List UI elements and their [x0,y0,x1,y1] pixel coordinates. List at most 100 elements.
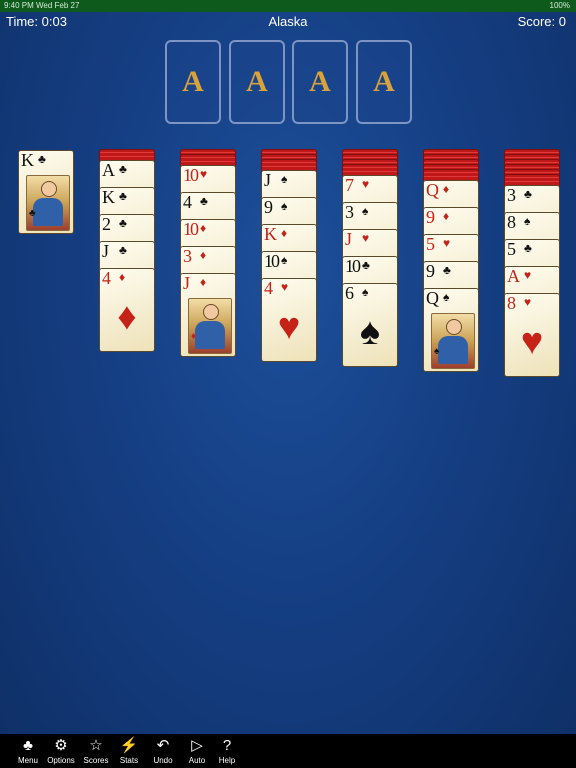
card-rank: K [21,150,34,170]
question-icon: ? [222,737,232,754]
card-rank: 5 [507,239,516,259]
card-suit-icon: ♥ [524,295,532,309]
card-suit-icon: ♣ [524,241,532,255]
foundation-pile[interactable]: A [165,40,221,124]
card-suit-icon: ♠ [281,172,288,186]
card-rank: 4 [264,278,273,298]
toolbar-label: Auto [188,756,206,765]
court-suit-icon: ♦ [191,331,197,342]
court-figure: ♠ [431,313,475,369]
card-suit-icon: ♦ [281,226,288,240]
playing-card[interactable]: Q ♠ ♠ [423,288,479,372]
card-suit-icon: ♦ [443,182,450,196]
card-suit-icon: ♣ [119,216,127,230]
court-head [446,319,462,335]
foundation-pile[interactable]: A [356,40,412,124]
card-suit-icon: ♦ [200,275,207,289]
undo-icon: ↶ [156,737,170,754]
card-suit-icon: ♣ [362,258,370,272]
court-figure: ♣ [26,175,70,231]
foundation-label: A [309,65,331,98]
court-body [438,336,468,364]
playing-card[interactable]: 8 ♥ ♥ [504,293,560,377]
card-rank: 10 [264,251,280,271]
card-pip-icon: ♦ [117,296,137,338]
court-head [203,304,219,320]
battery-level: 100% [549,1,570,10]
card-rank: 4 [183,192,192,212]
game-title: Alaska [268,14,308,29]
toolbar-options-button[interactable]: ⚙ Options [44,736,78,766]
toolbar-scores-button[interactable]: ☆ Scores [79,736,113,766]
card-suit-icon: ♠ [524,214,531,228]
status-time: 9:40 PM Wed Feb 27 [4,1,80,10]
card-pip-icon: ♠ [359,311,381,353]
card-rank: 8 [507,212,516,232]
toolbar-label: Undo [153,756,173,765]
card-rank: 3 [507,185,516,205]
card-suit-icon: ♥ [362,231,370,245]
card-suit-icon: ♥ [281,280,289,294]
toolbar-label: Help [218,756,236,765]
court-figure: ♦ [188,298,232,354]
card-suit-icon: ♦ [200,221,207,235]
foundation-label: A [182,65,204,98]
card-suit-icon: ♦ [200,248,207,262]
card-rank: 9 [426,261,435,281]
card-suit-icon: ♣ [119,243,127,257]
card-rank: 10 [345,256,361,276]
court-suit-icon: ♣ [29,208,36,219]
card-rank: 9 [426,207,435,227]
court-suit-icon: ♠ [434,346,440,357]
toolbar-label: Options [47,756,75,765]
card-rank: 5 [426,234,435,254]
court-body [195,321,225,349]
card-pip-icon: ♥ [520,321,544,363]
star-icon: ☆ [89,737,103,754]
playing-card[interactable]: 4 ♦ ♦ [99,268,155,352]
card-suit-icon: ♦ [119,270,126,284]
card-rank: 2 [102,214,111,234]
playing-card[interactable]: J ♦ ♦ [180,273,236,357]
toolbar-auto-button[interactable]: ▷ Auto [180,736,214,766]
card-rank: 10 [183,219,199,239]
toolbar-menu-button[interactable]: ♣ Menu [11,736,45,766]
toolbar-label: Stats [119,756,139,765]
playing-card[interactable]: 4 ♥ ♥ [261,278,317,362]
toolbar-undo-button[interactable]: ↶ Undo [146,736,180,766]
foundation-pile[interactable]: A [229,40,285,124]
foundation-pile[interactable]: A [292,40,348,124]
card-suit-icon: ♠ [281,199,288,213]
court-head [41,181,57,197]
foundation-label: A [373,65,395,98]
playing-card[interactable]: 6 ♠ ♠ [342,283,398,367]
card-suit-icon: ♥ [200,167,208,181]
card-suit-icon: ♣ [38,152,46,166]
card-suit-icon: ♣ [200,194,208,208]
card-suit-icon: ♣ [119,189,127,203]
card-rank: Q [426,288,439,308]
foundation-label: A [246,65,268,98]
card-rank: 10 [183,165,199,185]
gear-icon: ⚙ [54,737,68,754]
toolbar-label: Menu [17,756,38,765]
card-rank: K [264,224,277,244]
toolbar-stats-button[interactable]: ⚡ Stats [112,736,146,766]
card-rank: J [264,170,271,190]
status-bar: 9:40 PM Wed Feb 27 100% [0,0,576,12]
card-suit-icon: ♣ [443,263,451,277]
card-rank: K [102,187,115,207]
toolbar-help-button[interactable]: ? Help [210,736,244,766]
menu-icon: ♣ [23,737,33,754]
fast-forward-icon: ▷ [191,737,203,754]
card-rank: 8 [507,293,516,313]
card-rank: J [183,273,190,293]
card-suit-icon: ♥ [524,268,532,282]
chart-icon: ⚡ [119,737,139,754]
card-rank: 7 [345,175,354,195]
card-rank: A [507,266,520,286]
card-rank: A [102,160,115,180]
playing-card[interactable]: K ♣ ♣ [18,150,74,234]
card-rank: 3 [183,246,192,266]
score: Score: 0 [517,14,566,29]
